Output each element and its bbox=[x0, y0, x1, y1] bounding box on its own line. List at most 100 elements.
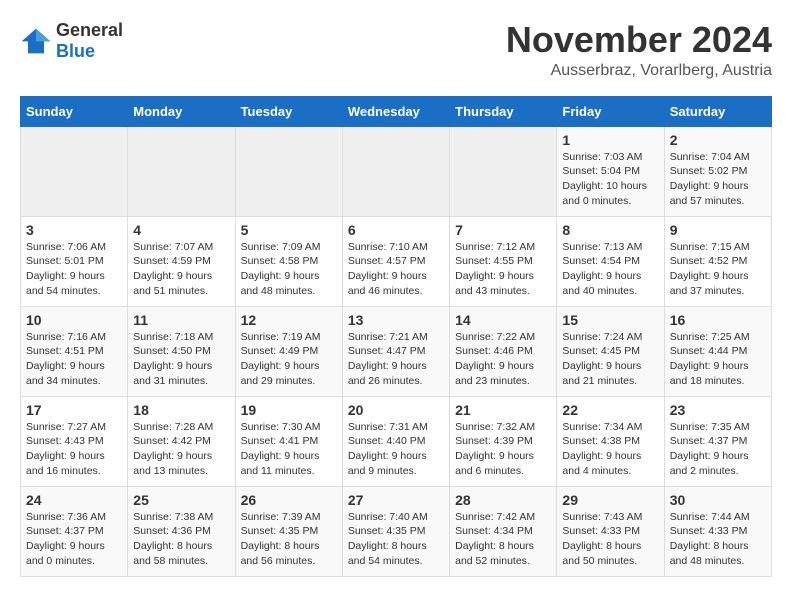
calendar-week-2: 10 Sunrise: 7:16 AM Sunset: 4:51 PM Dayli… bbox=[21, 306, 772, 396]
logo-icon bbox=[20, 27, 52, 55]
calendar-cell: 17 Sunrise: 7:27 AM Sunset: 4:43 PM Dayli… bbox=[21, 396, 128, 486]
day-number: 20 bbox=[348, 402, 444, 418]
day-number: 7 bbox=[455, 222, 551, 238]
calendar-cell: 16 Sunrise: 7:25 AM Sunset: 4:44 PM Dayli… bbox=[664, 306, 771, 396]
column-header-tuesday: Tuesday bbox=[235, 96, 342, 126]
day-number: 15 bbox=[562, 312, 658, 328]
day-number: 6 bbox=[348, 222, 444, 238]
day-info: Sunrise: 7:36 AM Sunset: 4:37 PM Dayligh… bbox=[26, 510, 122, 569]
day-number: 27 bbox=[348, 492, 444, 508]
calendar-cell: 21Sunrise: 7:32 AM Sunset: 4:39 PM Dayli… bbox=[450, 396, 557, 486]
day-number: 16 bbox=[670, 312, 766, 328]
calendar-cell: 7 Sunrise: 7:12 AM Sunset: 4:55 PM Daylig… bbox=[450, 216, 557, 306]
calendar-cell: 1 Sunrise: 7:03 AM Sunset: 5:04 PM Daylig… bbox=[557, 126, 664, 216]
calendar-cell: 6 Sunrise: 7:10 AM Sunset: 4:57 PM Daylig… bbox=[342, 216, 449, 306]
day-info: Sunrise: 7:15 AM Sunset: 4:52 PM Dayligh… bbox=[670, 240, 766, 299]
calendar-cell: 8 Sunrise: 7:13 AM Sunset: 4:54 PM Daylig… bbox=[557, 216, 664, 306]
day-number: 1 bbox=[562, 132, 658, 148]
calendar-cell bbox=[128, 126, 235, 216]
day-info: Sunrise: 7:10 AM Sunset: 4:57 PM Dayligh… bbox=[348, 240, 444, 299]
day-info: Sunrise: 7:19 AM Sunset: 4:49 PM Dayligh… bbox=[241, 330, 337, 389]
calendar-cell: 22 Sunrise: 7:34 AM Sunset: 4:38 PM Dayli… bbox=[557, 396, 664, 486]
calendar-cell: 29Sunrise: 7:43 AM Sunset: 4:33 PM Dayli… bbox=[557, 486, 664, 576]
day-number: 12 bbox=[241, 312, 337, 328]
calendar-cell bbox=[235, 126, 342, 216]
day-info: Sunrise: 7:43 AM Sunset: 4:33 PM Dayligh… bbox=[562, 510, 658, 569]
day-number: 19 bbox=[241, 402, 337, 418]
day-number: 4 bbox=[133, 222, 229, 238]
calendar-cell: 11 Sunrise: 7:18 AM Sunset: 4:50 PM Dayli… bbox=[128, 306, 235, 396]
day-info: Sunrise: 7:31 AM Sunset: 4:40 PM Dayligh… bbox=[348, 420, 444, 479]
day-info: Sunrise: 7:12 AM Sunset: 4:55 PM Dayligh… bbox=[455, 240, 551, 299]
day-info: Sunrise: 7:40 AM Sunset: 4:35 PM Dayligh… bbox=[348, 510, 444, 569]
page-header: General Blue November 2024 Ausserbraz, V… bbox=[20, 20, 772, 80]
logo: General Blue bbox=[20, 20, 123, 62]
calendar-cell: 23Sunrise: 7:35 AM Sunset: 4:37 PM Dayli… bbox=[664, 396, 771, 486]
calendar-cell: 9 Sunrise: 7:15 AM Sunset: 4:52 PM Daylig… bbox=[664, 216, 771, 306]
day-info: Sunrise: 7:06 AM Sunset: 5:01 PM Dayligh… bbox=[26, 240, 122, 299]
logo-general: General bbox=[56, 20, 123, 40]
calendar-cell bbox=[21, 126, 128, 216]
day-number: 25 bbox=[133, 492, 229, 508]
calendar-cell bbox=[450, 126, 557, 216]
calendar-cell: 26 Sunrise: 7:39 AM Sunset: 4:35 PM Dayli… bbox=[235, 486, 342, 576]
calendar-cell: 20 Sunrise: 7:31 AM Sunset: 4:40 PM Dayli… bbox=[342, 396, 449, 486]
calendar-body: 1 Sunrise: 7:03 AM Sunset: 5:04 PM Daylig… bbox=[21, 126, 772, 576]
calendar-cell: 2Sunrise: 7:04 AM Sunset: 5:02 PM Daylig… bbox=[664, 126, 771, 216]
day-number: 28 bbox=[455, 492, 551, 508]
day-info: Sunrise: 7:42 AM Sunset: 4:34 PM Dayligh… bbox=[455, 510, 551, 569]
day-number: 10 bbox=[26, 312, 122, 328]
calendar-cell: 27 Sunrise: 7:40 AM Sunset: 4:35 PM Dayli… bbox=[342, 486, 449, 576]
column-header-thursday: Thursday bbox=[450, 96, 557, 126]
calendar-cell: 28 Sunrise: 7:42 AM Sunset: 4:34 PM Dayli… bbox=[450, 486, 557, 576]
calendar-cell: 12 Sunrise: 7:19 AM Sunset: 4:49 PM Dayli… bbox=[235, 306, 342, 396]
day-number: 11 bbox=[133, 312, 229, 328]
day-info: Sunrise: 7:16 AM Sunset: 4:51 PM Dayligh… bbox=[26, 330, 122, 389]
day-number: 8 bbox=[562, 222, 658, 238]
calendar-cell: 15Sunrise: 7:24 AM Sunset: 4:45 PM Dayli… bbox=[557, 306, 664, 396]
day-info: Sunrise: 7:39 AM Sunset: 4:35 PM Dayligh… bbox=[241, 510, 337, 569]
calendar-cell: 18Sunrise: 7:28 AM Sunset: 4:42 PM Dayli… bbox=[128, 396, 235, 486]
day-info: Sunrise: 7:38 AM Sunset: 4:36 PM Dayligh… bbox=[133, 510, 229, 569]
day-number: 22 bbox=[562, 402, 658, 418]
day-info: Sunrise: 7:34 AM Sunset: 4:38 PM Dayligh… bbox=[562, 420, 658, 479]
column-header-friday: Friday bbox=[557, 96, 664, 126]
day-info: Sunrise: 7:09 AM Sunset: 4:58 PM Dayligh… bbox=[241, 240, 337, 299]
title-area: November 2024 Ausserbraz, Vorarlberg, Au… bbox=[506, 20, 772, 80]
day-number: 21 bbox=[455, 402, 551, 418]
column-header-wednesday: Wednesday bbox=[342, 96, 449, 126]
day-number: 24 bbox=[26, 492, 122, 508]
day-info: Sunrise: 7:22 AM Sunset: 4:46 PM Dayligh… bbox=[455, 330, 551, 389]
calendar-cell: 5 Sunrise: 7:09 AM Sunset: 4:58 PM Daylig… bbox=[235, 216, 342, 306]
calendar-table: SundayMondayTuesdayWednesdayThursdayFrid… bbox=[20, 96, 772, 577]
day-info: Sunrise: 7:18 AM Sunset: 4:50 PM Dayligh… bbox=[133, 330, 229, 389]
day-info: Sunrise: 7:44 AM Sunset: 4:33 PM Dayligh… bbox=[670, 510, 766, 569]
calendar-cell: 3 Sunrise: 7:06 AM Sunset: 5:01 PM Daylig… bbox=[21, 216, 128, 306]
day-number: 5 bbox=[241, 222, 337, 238]
logo-blue: Blue bbox=[56, 41, 95, 61]
calendar-week-1: 3 Sunrise: 7:06 AM Sunset: 5:01 PM Daylig… bbox=[21, 216, 772, 306]
day-info: Sunrise: 7:03 AM Sunset: 5:04 PM Dayligh… bbox=[562, 150, 658, 209]
day-number: 9 bbox=[670, 222, 766, 238]
calendar-cell: 4 Sunrise: 7:07 AM Sunset: 4:59 PM Daylig… bbox=[128, 216, 235, 306]
day-info: Sunrise: 7:35 AM Sunset: 4:37 PM Dayligh… bbox=[670, 420, 766, 479]
calendar-header-row: SundayMondayTuesdayWednesdayThursdayFrid… bbox=[21, 96, 772, 126]
day-number: 26 bbox=[241, 492, 337, 508]
day-info: Sunrise: 7:25 AM Sunset: 4:44 PM Dayligh… bbox=[670, 330, 766, 389]
day-number: 14 bbox=[455, 312, 551, 328]
day-number: 30 bbox=[670, 492, 766, 508]
day-number: 17 bbox=[26, 402, 122, 418]
calendar-cell: 10 Sunrise: 7:16 AM Sunset: 4:51 PM Dayli… bbox=[21, 306, 128, 396]
column-header-monday: Monday bbox=[128, 96, 235, 126]
column-header-sunday: Sunday bbox=[21, 96, 128, 126]
day-info: Sunrise: 7:30 AM Sunset: 4:41 PM Dayligh… bbox=[241, 420, 337, 479]
calendar-week-4: 24 Sunrise: 7:36 AM Sunset: 4:37 PM Dayli… bbox=[21, 486, 772, 576]
calendar-cell bbox=[342, 126, 449, 216]
day-number: 3 bbox=[26, 222, 122, 238]
page-subtitle: Ausserbraz, Vorarlberg, Austria bbox=[506, 62, 772, 80]
calendar-cell: 25 Sunrise: 7:38 AM Sunset: 4:36 PM Dayli… bbox=[128, 486, 235, 576]
day-info: Sunrise: 7:27 AM Sunset: 4:43 PM Dayligh… bbox=[26, 420, 122, 479]
day-info: Sunrise: 7:13 AM Sunset: 4:54 PM Dayligh… bbox=[562, 240, 658, 299]
calendar-cell: 13Sunrise: 7:21 AM Sunset: 4:47 PM Dayli… bbox=[342, 306, 449, 396]
day-info: Sunrise: 7:07 AM Sunset: 4:59 PM Dayligh… bbox=[133, 240, 229, 299]
